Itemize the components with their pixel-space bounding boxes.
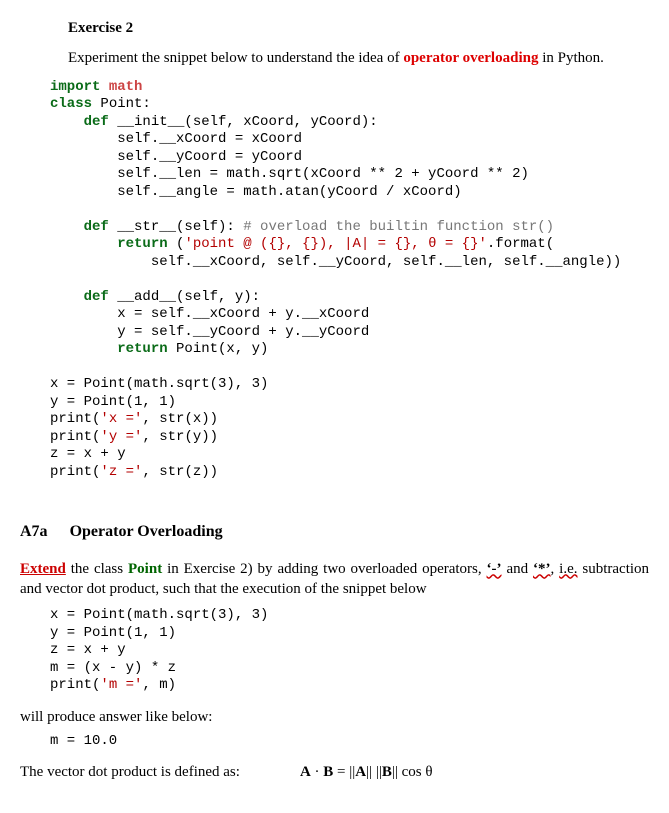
kw-def-add: def <box>50 289 109 305</box>
a7a-title: Operator Overloading <box>70 521 223 543</box>
intro-paragraph: Experiment the snippet below to understa… <box>68 48 649 68</box>
code-line-16: y = Point(1, 1) <box>50 394 176 410</box>
extend-paragraph: Extend the class Point in Exercise 2) by… <box>20 559 649 600</box>
c2-l4: m = (x - y) * z <box>50 660 176 676</box>
extend-t4: in Exercise 2) by adding two overloaded … <box>162 561 486 577</box>
code-line-18b: , str(y)) <box>142 429 218 445</box>
code-line-9c: .format( <box>487 236 554 252</box>
extend-t2: the class <box>66 561 128 577</box>
str-17: 'x =' <box>100 411 142 427</box>
extend-t5: and <box>502 561 533 577</box>
str-20: 'z =' <box>100 464 142 480</box>
dot-product-row: The vector dot product is defined as: A … <box>20 762 649 782</box>
code-line-18a: print( <box>50 429 100 445</box>
code-line-13: y = self.__yCoord + y.__yCoord <box>50 324 369 340</box>
operator-overloading-term: operator overloading <box>403 50 538 66</box>
c2-str5: 'm =' <box>100 677 142 693</box>
str-18: 'y =' <box>100 429 142 445</box>
a7a-heading: A7a Operator Overloading <box>20 521 649 543</box>
kw-return-1: return <box>50 236 168 252</box>
code-comment-8: # overload the builtin function str() <box>243 219 554 235</box>
c2-l1: x = Point(math.sqrt(3), 3) <box>50 607 268 623</box>
code-line-7: self.__angle = math.atan(yCoord / xCoord… <box>50 184 462 200</box>
code-line-9b: ( <box>168 236 185 252</box>
code-line-2: Point: <box>92 96 151 112</box>
c2-l2: y = Point(1, 1) <box>50 625 176 641</box>
mod-math: math <box>100 79 142 95</box>
code-line-20a: print( <box>50 464 100 480</box>
c2-l3: z = x + y <box>50 642 126 658</box>
a7a-number: A7a <box>20 521 48 543</box>
kw-class: class <box>50 96 92 112</box>
kw-def-str: def <box>50 219 109 235</box>
code-line-5: self.__yCoord = yCoord <box>50 149 302 165</box>
exercise-2-title: Exercise 2 <box>68 18 649 38</box>
output-line: m = 10.0 <box>50 733 649 751</box>
c2-l5a: print( <box>50 677 100 693</box>
code-line-19: z = x + y <box>50 446 126 462</box>
code-block-1: import math class Point: def __init__(se… <box>50 79 649 482</box>
star-symbol: ‘*’ <box>533 561 551 577</box>
code-line-14b: Point(x, y) <box>168 341 269 357</box>
intro-pre: Experiment the snippet below to understa… <box>68 50 403 66</box>
code-line-15: x = Point(math.sqrt(3), 3) <box>50 376 268 392</box>
code-line-10: self.__xCoord, self.__yCoord, self.__len… <box>50 254 621 270</box>
code-line-8b: __str__(self): <box>109 219 243 235</box>
code-line-11b: __add__(self, y): <box>109 289 260 305</box>
code-line-3: __init__(self, xCoord, yCoord): <box>109 114 378 130</box>
code-block-2: x = Point(math.sqrt(3), 3) y = Point(1, … <box>50 607 649 695</box>
code-line-17b: , str(x)) <box>142 411 218 427</box>
intro-post: in Python. <box>538 50 603 66</box>
c2-l5b: , m) <box>142 677 176 693</box>
kw-import: import <box>50 79 100 95</box>
code-line-17a: print( <box>50 411 100 427</box>
extend-word: Extend <box>20 561 66 577</box>
ie-text: i.e. <box>559 561 577 577</box>
code-line-6: self.__len = math.sqrt(xCoord ** 2 + yCo… <box>50 166 529 182</box>
kw-return-2: return <box>50 341 168 357</box>
minus-symbol: ‘-’ <box>487 561 502 577</box>
code-line-20b: , str(z)) <box>142 464 218 480</box>
extend-t6: , <box>551 561 560 577</box>
dot-product-formula: A · B = ||A|| ||B|| cos θ <box>300 762 433 782</box>
code-line-12: x = self.__xCoord + y.__xCoord <box>50 306 369 322</box>
produce-line: will produce answer like below: <box>20 707 649 727</box>
code-line-4: self.__xCoord = xCoord <box>50 131 302 147</box>
dot-product-label: The vector dot product is defined as: <box>20 762 240 782</box>
str-format-9: 'point @ ({}, {}), |A| = {}, θ = {}' <box>184 236 486 252</box>
kw-def-init: def <box>50 114 109 130</box>
point-class-name: Point <box>128 561 162 577</box>
